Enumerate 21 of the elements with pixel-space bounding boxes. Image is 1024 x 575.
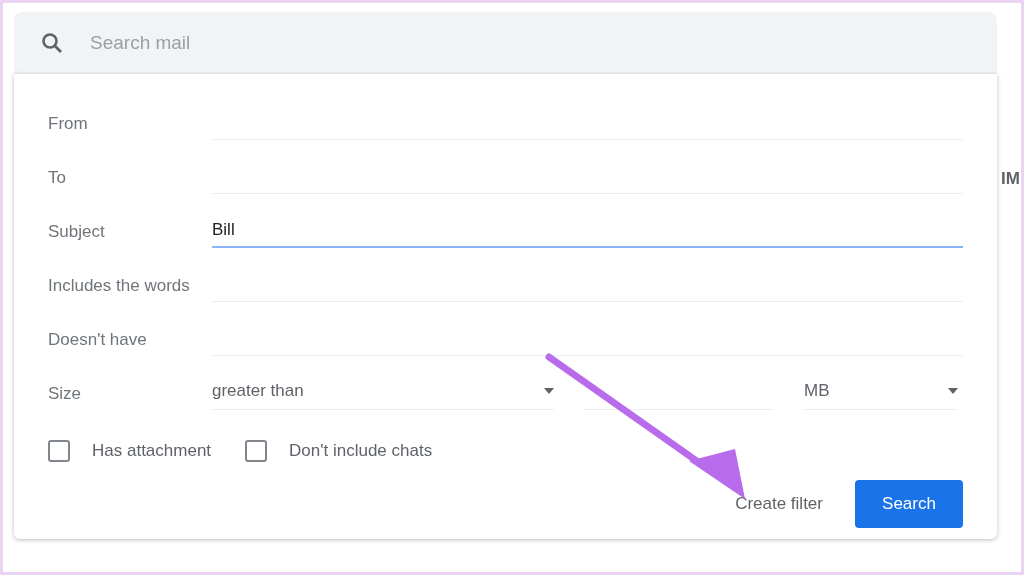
- field-label: From: [48, 114, 89, 135]
- field-label: Size: [48, 384, 83, 405]
- search-icon: [40, 31, 64, 55]
- field-label: Includes the words: [48, 276, 191, 297]
- search-button[interactable]: Search: [855, 480, 963, 528]
- search-field[interactable]: Search mail: [88, 31, 688, 55]
- field-label: Doesn't have: [48, 330, 148, 351]
- field-label: To: [48, 168, 67, 189]
- search-bar[interactable]: Search mail: [14, 12, 997, 74]
- field-label: Subject: [48, 222, 106, 243]
- dropdown-caret-icon: [544, 388, 554, 394]
- checkbox-label: Has attachment: [92, 441, 212, 461]
- checkbox[interactable]: [245, 440, 268, 462]
- checkbox-label: Don't include chats: [289, 441, 433, 461]
- input-field[interactable]: Bill: [212, 216, 963, 248]
- create-filter-button[interactable]: Create filter: [735, 486, 823, 522]
- unit-dropdown[interactable]: MB: [804, 381, 958, 410]
- checkbox[interactable]: [48, 440, 70, 462]
- dropdown-caret-icon: [948, 388, 958, 394]
- comparison-dropdown[interactable]: greater than: [212, 381, 554, 410]
- background-text: IM: [1001, 169, 1020, 189]
